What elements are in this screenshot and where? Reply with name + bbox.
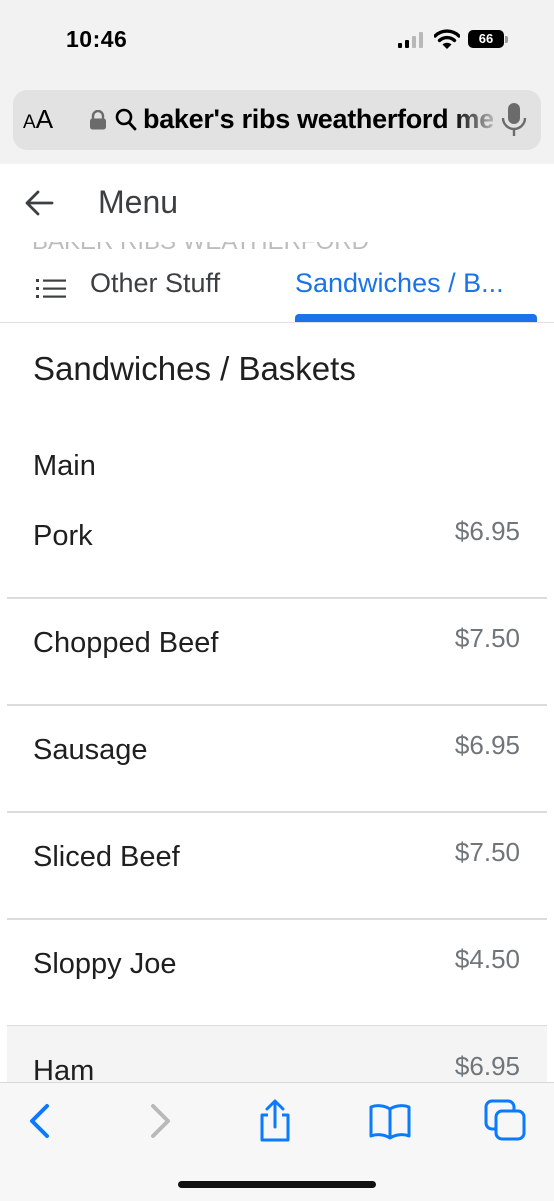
home-indicator — [178, 1181, 376, 1188]
url-fade — [453, 90, 503, 150]
status-time: 10:46 — [66, 26, 128, 52]
url-field[interactable]: baker's ribs weatherford menu — [143, 104, 493, 135]
category-tabs: BAKER RIBS WEATHERFORD Other Stuff Sandw… — [0, 242, 554, 323]
search-icon — [115, 108, 137, 131]
cellular-signal-icon — [398, 32, 426, 48]
item-price: $6.95 — [454, 516, 520, 546]
menu-item[interactable]: Chopped Beef $7.50 — [7, 598, 547, 706]
battery-icon: 66 — [468, 30, 504, 48]
item-name: Sloppy Joe — [33, 948, 177, 980]
tab-other-stuff[interactable]: Other Stuff — [90, 268, 220, 299]
tabs-icon[interactable] — [484, 1099, 528, 1143]
menu-item[interactable]: Sloppy Joe $4.50 — [7, 919, 547, 1027]
back-icon[interactable] — [18, 1099, 62, 1143]
section-title: Sandwiches / Baskets — [33, 350, 356, 387]
menu-item[interactable]: Sausage $6.95 — [7, 705, 547, 813]
tab-sandwiches-baskets[interactable]: Sandwiches / B... — [295, 268, 504, 299]
menu-item[interactable]: Sliced Beef $7.50 — [7, 812, 547, 920]
active-tab-indicator — [295, 314, 537, 322]
browser-address-area: AA baker's ribs weatherford menu — [0, 82, 554, 164]
subsection-title: Main — [33, 450, 96, 482]
battery-nub — [505, 36, 508, 43]
item-price: $7.50 — [454, 623, 520, 653]
item-price: $6.95 — [454, 1051, 520, 1081]
lock-icon — [90, 110, 106, 130]
microphone-icon[interactable] — [501, 102, 527, 138]
scrolled-heading-peek: BAKER RIBS WEATHERFORD — [32, 242, 369, 256]
item-price: $4.50 — [454, 944, 520, 974]
bookmarks-icon[interactable] — [368, 1099, 412, 1143]
address-bar[interactable]: AA baker's ribs weatherford menu — [13, 90, 541, 150]
share-icon[interactable] — [253, 1099, 297, 1143]
category-list-icon[interactable] — [36, 278, 66, 300]
page-title: Menu — [98, 184, 179, 220]
status-bar: 10:46 66 — [0, 0, 554, 82]
wifi-icon — [434, 29, 460, 49]
back-arrow-icon[interactable] — [24, 187, 56, 219]
text-size-button[interactable]: AA — [23, 104, 53, 135]
item-name: Chopped Beef — [33, 627, 219, 659]
item-name: Sausage — [33, 734, 148, 766]
item-name: Pork — [33, 520, 93, 552]
menu-item[interactable]: Pork $6.95 — [7, 491, 547, 599]
page-header: Menu — [0, 164, 554, 243]
forward-icon[interactable] — [138, 1099, 182, 1143]
item-price: $6.95 — [454, 730, 520, 760]
item-price: $7.50 — [454, 837, 520, 867]
item-name: Sliced Beef — [33, 841, 180, 873]
